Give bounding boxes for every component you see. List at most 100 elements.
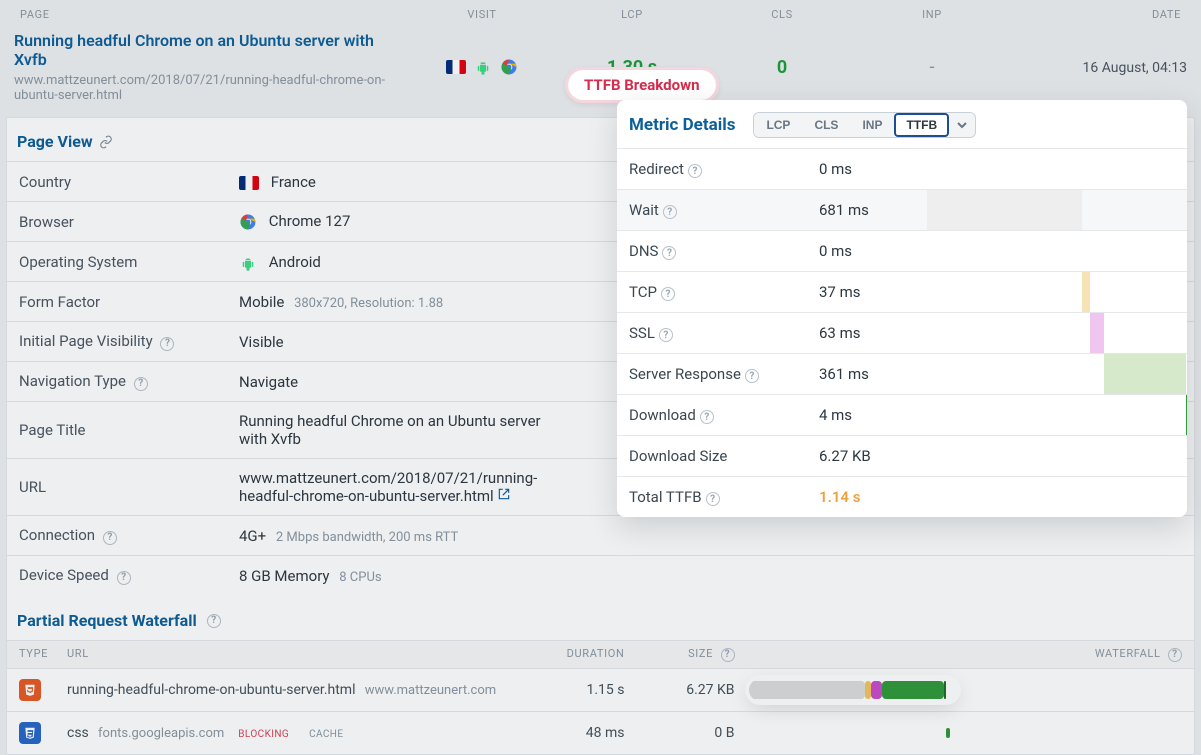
tab-cls[interactable]: CLS — [802, 113, 850, 137]
flag-france-icon — [239, 176, 259, 190]
device-speed-text: 8 GB Memory — [239, 567, 330, 585]
waterfall-heading: Partial Request Waterfall ? — [7, 595, 1194, 640]
col-visit: VISIT — [407, 6, 557, 23]
metric-label: Download Size — [629, 447, 727, 465]
chevron-down-icon — [957, 120, 967, 130]
wf-col-size-label: SIZE — [688, 647, 713, 660]
col-page: PAGE — [14, 6, 407, 23]
metric-row: Wait?681 ms — [617, 189, 1187, 230]
metric-value: 361 ms — [819, 365, 939, 383]
metric-row: Download?4 ms — [617, 394, 1187, 435]
col-cls: CLS — [707, 6, 857, 23]
label-page-title: Page Title — [19, 421, 239, 439]
metric-row: TCP?37 ms — [617, 271, 1187, 312]
help-icon[interactable]: ? — [662, 246, 676, 260]
help-icon[interactable]: ? — [1168, 648, 1182, 662]
tab-ttfb[interactable]: TTFB — [894, 113, 949, 137]
help-icon[interactable]: ? — [659, 328, 673, 342]
help-icon[interactable]: ? — [207, 614, 221, 628]
metric-bar — [927, 231, 1187, 271]
nav-type-label: Navigation Type — [19, 372, 126, 390]
metric-tabs: LCP CLS INP TTFB — [753, 112, 976, 138]
modal-rows: Redirect?0 msWait?681 msDNS?0 msTCP?37 m… — [617, 148, 1187, 517]
connection-label: Connection — [19, 526, 95, 544]
metric-value: 6.27 KB — [819, 447, 939, 465]
col-date: DATE — [1007, 6, 1187, 23]
android-icon — [474, 59, 492, 75]
wf-duration: 1.15 s — [515, 682, 625, 698]
wf-col-duration: DURATION — [515, 647, 625, 662]
wf-tag-blocking: BLOCKING — [232, 727, 295, 742]
label-country: Country — [19, 173, 239, 191]
metric-bar — [927, 190, 1187, 230]
help-icon[interactable]: ? — [706, 492, 720, 506]
help-icon[interactable]: ? — [688, 164, 702, 178]
wf-col-size: SIZE ? — [625, 647, 735, 662]
help-icon[interactable]: ? — [721, 648, 735, 662]
device-speed-label: Device Speed — [19, 566, 109, 584]
help-icon[interactable]: ? — [661, 287, 675, 301]
tab-inp[interactable]: INP — [850, 113, 894, 137]
connection-text: 4G+ — [239, 527, 266, 545]
wf-host: www.mattzeunert.com — [361, 683, 496, 698]
metric-value: 0 ms — [819, 242, 939, 260]
metric-bar — [927, 149, 1187, 189]
summary-header: PAGE VISIT LCP CLS INP DATE — [0, 0, 1201, 27]
help-icon[interactable]: ? — [700, 410, 714, 424]
tab-dropdown[interactable] — [949, 113, 975, 137]
modal-header: Metric Details LCP CLS INP TTFB — [617, 100, 1187, 148]
help-icon[interactable]: ? — [117, 571, 131, 585]
metric-details-modal: Metric Details LCP CLS INP TTFB Redirect… — [617, 100, 1187, 517]
row-connection: Connection ? 4G+ 2 Mbps bandwidth, 200 m… — [7, 515, 1194, 555]
page-title-link[interactable]: Running headful Chrome on an Ubuntu serv… — [14, 31, 407, 69]
html-file-icon — [19, 679, 41, 701]
wf-size: 6.27 KB — [625, 682, 735, 698]
metric-row: Server Response?361 ms — [617, 353, 1187, 394]
wf-bar-cell — [735, 679, 1183, 701]
metric-value: 63 ms — [819, 324, 939, 342]
metric-row: Redirect?0 ms — [617, 148, 1187, 189]
tab-lcp[interactable]: LCP — [754, 113, 802, 137]
initial-visibility-label: Initial Page Visibility — [19, 332, 153, 350]
android-icon — [239, 255, 257, 271]
wf-host: fonts.googleapis.com — [95, 726, 225, 741]
label-form-factor: Form Factor — [19, 293, 239, 311]
help-icon[interactable]: ? — [160, 337, 174, 351]
label-nav-type: Navigation Type ? — [19, 372, 239, 391]
external-link-icon[interactable] — [497, 487, 511, 501]
metric-label: Redirect — [629, 160, 684, 178]
metric-label: Download — [629, 406, 696, 424]
help-icon[interactable]: ? — [134, 377, 148, 391]
waterfall-row[interactable]: running-headful-chrome-on-ubuntu-server.… — [7, 668, 1194, 711]
metric-bar — [927, 272, 1187, 312]
metric-label: TCP — [629, 283, 657, 301]
label-url: URL — [19, 478, 239, 496]
metric-label: Total TTFB — [629, 488, 702, 506]
page-view-label: Page View — [17, 132, 93, 151]
help-icon[interactable]: ? — [745, 369, 759, 383]
help-icon[interactable]: ? — [103, 531, 117, 545]
css-file-icon — [19, 722, 41, 744]
wf-url-cell: running-headful-chrome-on-ubuntu-server.… — [67, 682, 515, 698]
form-factor-extra: 380x720, Resolution: 1.88 — [294, 296, 443, 311]
visit-badges — [407, 58, 557, 76]
row-device-speed: Device Speed ? 8 GB Memory 8 CPUs — [7, 555, 1194, 595]
metric-bar — [927, 354, 1187, 394]
modal-title: Metric Details — [629, 115, 735, 135]
metric-bar — [927, 313, 1187, 353]
wf-col-waterfall: WATERFALL ? — [735, 647, 1183, 662]
flag-france-icon — [446, 60, 466, 74]
inp-value: - — [930, 57, 935, 78]
waterfall-header: TYPE URL DURATION SIZE ? WATERFALL ? — [7, 640, 1194, 668]
help-icon[interactable]: ? — [663, 205, 677, 219]
waterfall-row[interactable]: css fonts.googleapis.comBLOCKINGCACHE48 … — [7, 711, 1194, 754]
waterfall-rows: running-headful-chrome-on-ubuntu-server.… — [7, 668, 1194, 754]
metric-bar — [927, 395, 1187, 435]
wf-file-name: running-headful-chrome-on-ubuntu-server.… — [67, 682, 355, 698]
os-text: Android — [269, 253, 321, 271]
metric-label: Wait — [629, 201, 659, 219]
wf-bar-highlight — [749, 679, 957, 701]
permalink-icon[interactable] — [99, 135, 113, 149]
label-device-speed: Device Speed ? — [19, 566, 239, 585]
waterfall-label: Partial Request Waterfall — [17, 611, 197, 630]
